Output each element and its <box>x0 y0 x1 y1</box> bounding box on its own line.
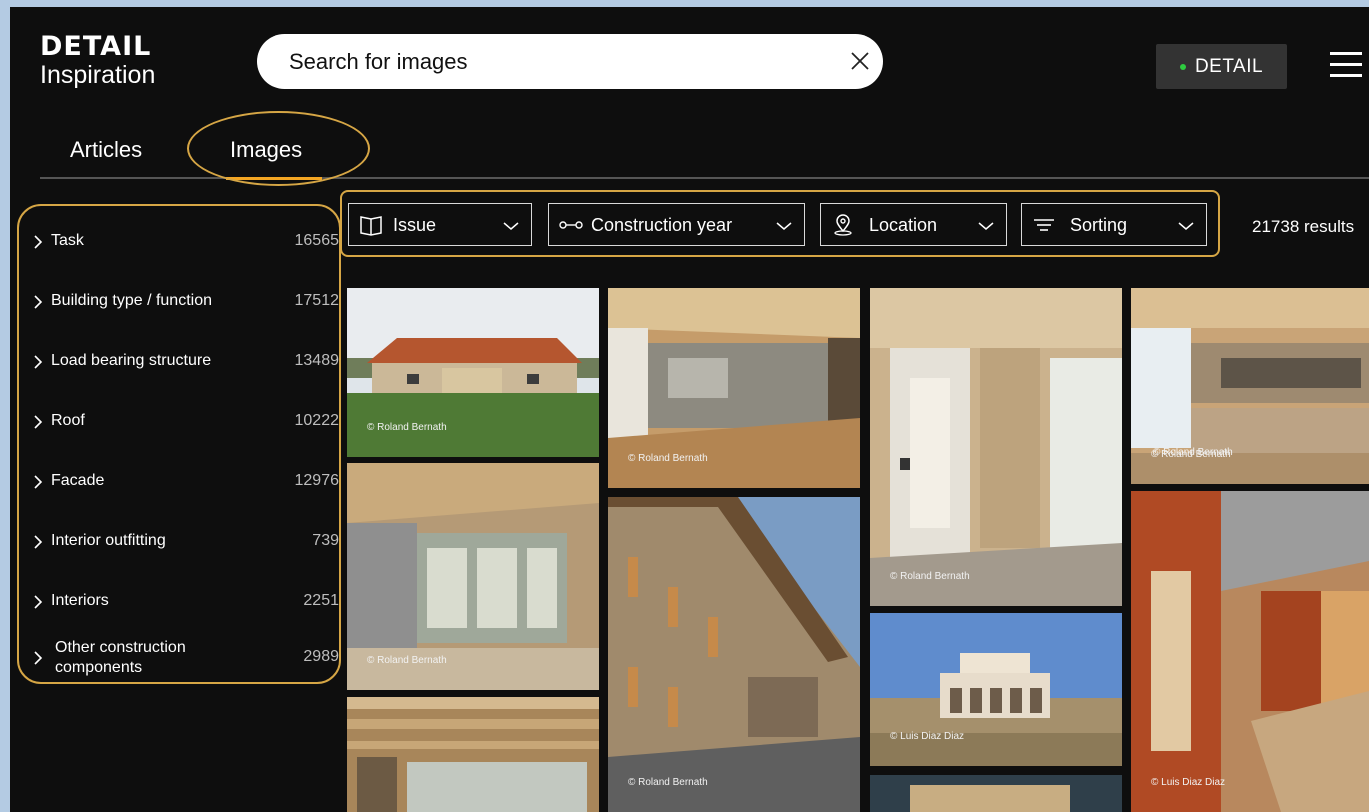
sort-lines-icon <box>1034 219 1054 231</box>
search-input[interactable] <box>287 46 811 78</box>
tab-label: Articles <box>70 137 143 162</box>
filter-issue[interactable]: Issue <box>348 203 532 246</box>
filter-label: Construction year <box>591 215 733 235</box>
sidebar-item-label: Building type / function <box>51 292 212 309</box>
image-credit: © Roland Bernath <box>628 453 708 464</box>
sidebar-item-label: Load bearing structure <box>51 352 212 369</box>
detail-button-label: DETAIL <box>1194 55 1264 77</box>
chevron-right-icon <box>34 235 43 249</box>
image-tile[interactable]: © Roland Bernath <box>608 288 860 488</box>
sidebar-item-interiors[interactable]: Interiors 2251 <box>33 582 339 622</box>
logo-subtitle: Inspiration <box>40 61 156 89</box>
results-count: 21738 results <box>1252 217 1355 236</box>
sidebar-item-label: Roof <box>51 412 85 429</box>
book-icon <box>360 216 382 236</box>
sidebar-item-label: Other construction components <box>55 639 186 676</box>
chevron-right-icon <box>34 475 43 489</box>
location-pin-icon <box>834 214 852 236</box>
range-slider-icon <box>559 221 583 229</box>
image-credit: © Roland Bernath <box>628 777 708 788</box>
chevron-right-icon <box>34 355 43 369</box>
chevron-right-icon <box>34 535 43 549</box>
hamburger-menu-icon[interactable] <box>1330 52 1362 78</box>
chevron-down-icon <box>776 222 792 230</box>
category-sidebar: Task 16565 Building type / function 1751… <box>17 204 341 684</box>
sidebar-item-facade[interactable]: Facade 12976 <box>33 462 339 502</box>
sidebar-item-building-type[interactable]: Building type / function 17512 <box>33 282 339 322</box>
filter-label: Issue <box>393 215 437 235</box>
sidebar-item-count: 13489 <box>294 352 340 369</box>
chevron-down-icon <box>1178 222 1194 230</box>
sidebar-item-roof[interactable]: Roof 10222 <box>33 402 339 442</box>
chevron-right-icon <box>34 595 43 609</box>
sidebar-item-count: 2251 <box>303 592 339 609</box>
sidebar-item-task[interactable]: Task 16565 <box>33 222 339 262</box>
sidebar-item-count: 739 <box>312 532 339 549</box>
tab-articles[interactable]: Articles <box>70 137 142 163</box>
sidebar-item-other-construction-components[interactable]: Other construction components 2989 <box>33 638 339 678</box>
arched-building-photo <box>870 613 1122 766</box>
sidebar-item-load-bearing-structure[interactable]: Load bearing structure 13489 <box>33 342 339 382</box>
app-window: DETAIL Inspiration DETAIL Articles Image… <box>10 7 1369 812</box>
filter-location[interactable]: Location <box>820 203 1007 246</box>
image-tile[interactable]: © Roland Bernath <box>347 288 599 457</box>
filter-label: Location <box>869 215 938 235</box>
partial-photo <box>870 775 1122 812</box>
sidebar-item-label: Interiors <box>51 592 109 609</box>
sidebar-item-count: 16565 <box>294 232 340 249</box>
sidebar-item-count: 2989 <box>303 648 339 665</box>
image-tile[interactable]: © Roland Bernath <box>608 497 860 812</box>
sidebar-item-label: Interior outfitting <box>51 532 166 549</box>
filter-construction-year[interactable]: Construction year <box>548 203 805 246</box>
image-credit: © Luis Diaz Diaz <box>890 731 965 742</box>
brick-interior-photo <box>1131 491 1369 812</box>
image-tile[interactable]: © Roland Bernath <box>347 463 599 690</box>
sidebar-item-count: 10222 <box>294 412 340 429</box>
chevron-down-icon <box>503 222 519 230</box>
timber-facade-photo <box>608 497 860 812</box>
image-credit: © Roland Bernath <box>367 655 447 666</box>
highlight-ellipse <box>187 111 370 186</box>
chevron-down-icon <box>978 222 994 230</box>
sidebar-item-label: Task <box>51 232 84 249</box>
image-tile[interactable]: © Luis Diaz Diaz <box>870 613 1122 766</box>
sidebar-item-count: 12976 <box>294 472 340 489</box>
chevron-right-icon <box>34 651 43 665</box>
logo-wordmark: DETAIL <box>40 31 152 62</box>
filter-label: Sorting <box>1070 215 1128 235</box>
filter-sorting[interactable]: Sorting <box>1021 203 1207 246</box>
image-tile[interactable]: © Roland Bernath <box>870 288 1122 606</box>
search-bar <box>257 34 883 89</box>
image-credit: © Roland Bernath <box>367 422 447 433</box>
status-dot-icon <box>1179 63 1186 70</box>
sidebar-item-interior-outfitting[interactable]: Interior outfitting 739 <box>33 522 339 562</box>
timber-canopy-photo <box>347 697 599 812</box>
image-credit: © Luis Diaz Diaz <box>1151 777 1226 788</box>
detail-inspiration-logo[interactable]: DETAIL Inspiration <box>40 31 156 90</box>
image-tile[interactable] <box>870 775 1122 812</box>
chevron-right-icon <box>34 295 43 309</box>
timber-interior-photo <box>870 288 1122 606</box>
image-credit: © Roland Bernath <box>890 571 970 582</box>
image-tile[interactable]: © Luis Diaz Diaz <box>1131 491 1369 812</box>
sidebar-item-count: 17512 <box>294 292 340 309</box>
detail-button[interactable]: DETAIL <box>1156 44 1287 89</box>
image-credit: © Roland Bernath <box>1153 447 1233 458</box>
image-tile[interactable] <box>347 697 599 812</box>
close-icon[interactable] <box>849 50 871 72</box>
sidebar-item-label: Facade <box>51 472 105 489</box>
chevron-right-icon <box>34 415 43 429</box>
filter-bar: Issue Construction year Location Sorting <box>340 190 1220 257</box>
